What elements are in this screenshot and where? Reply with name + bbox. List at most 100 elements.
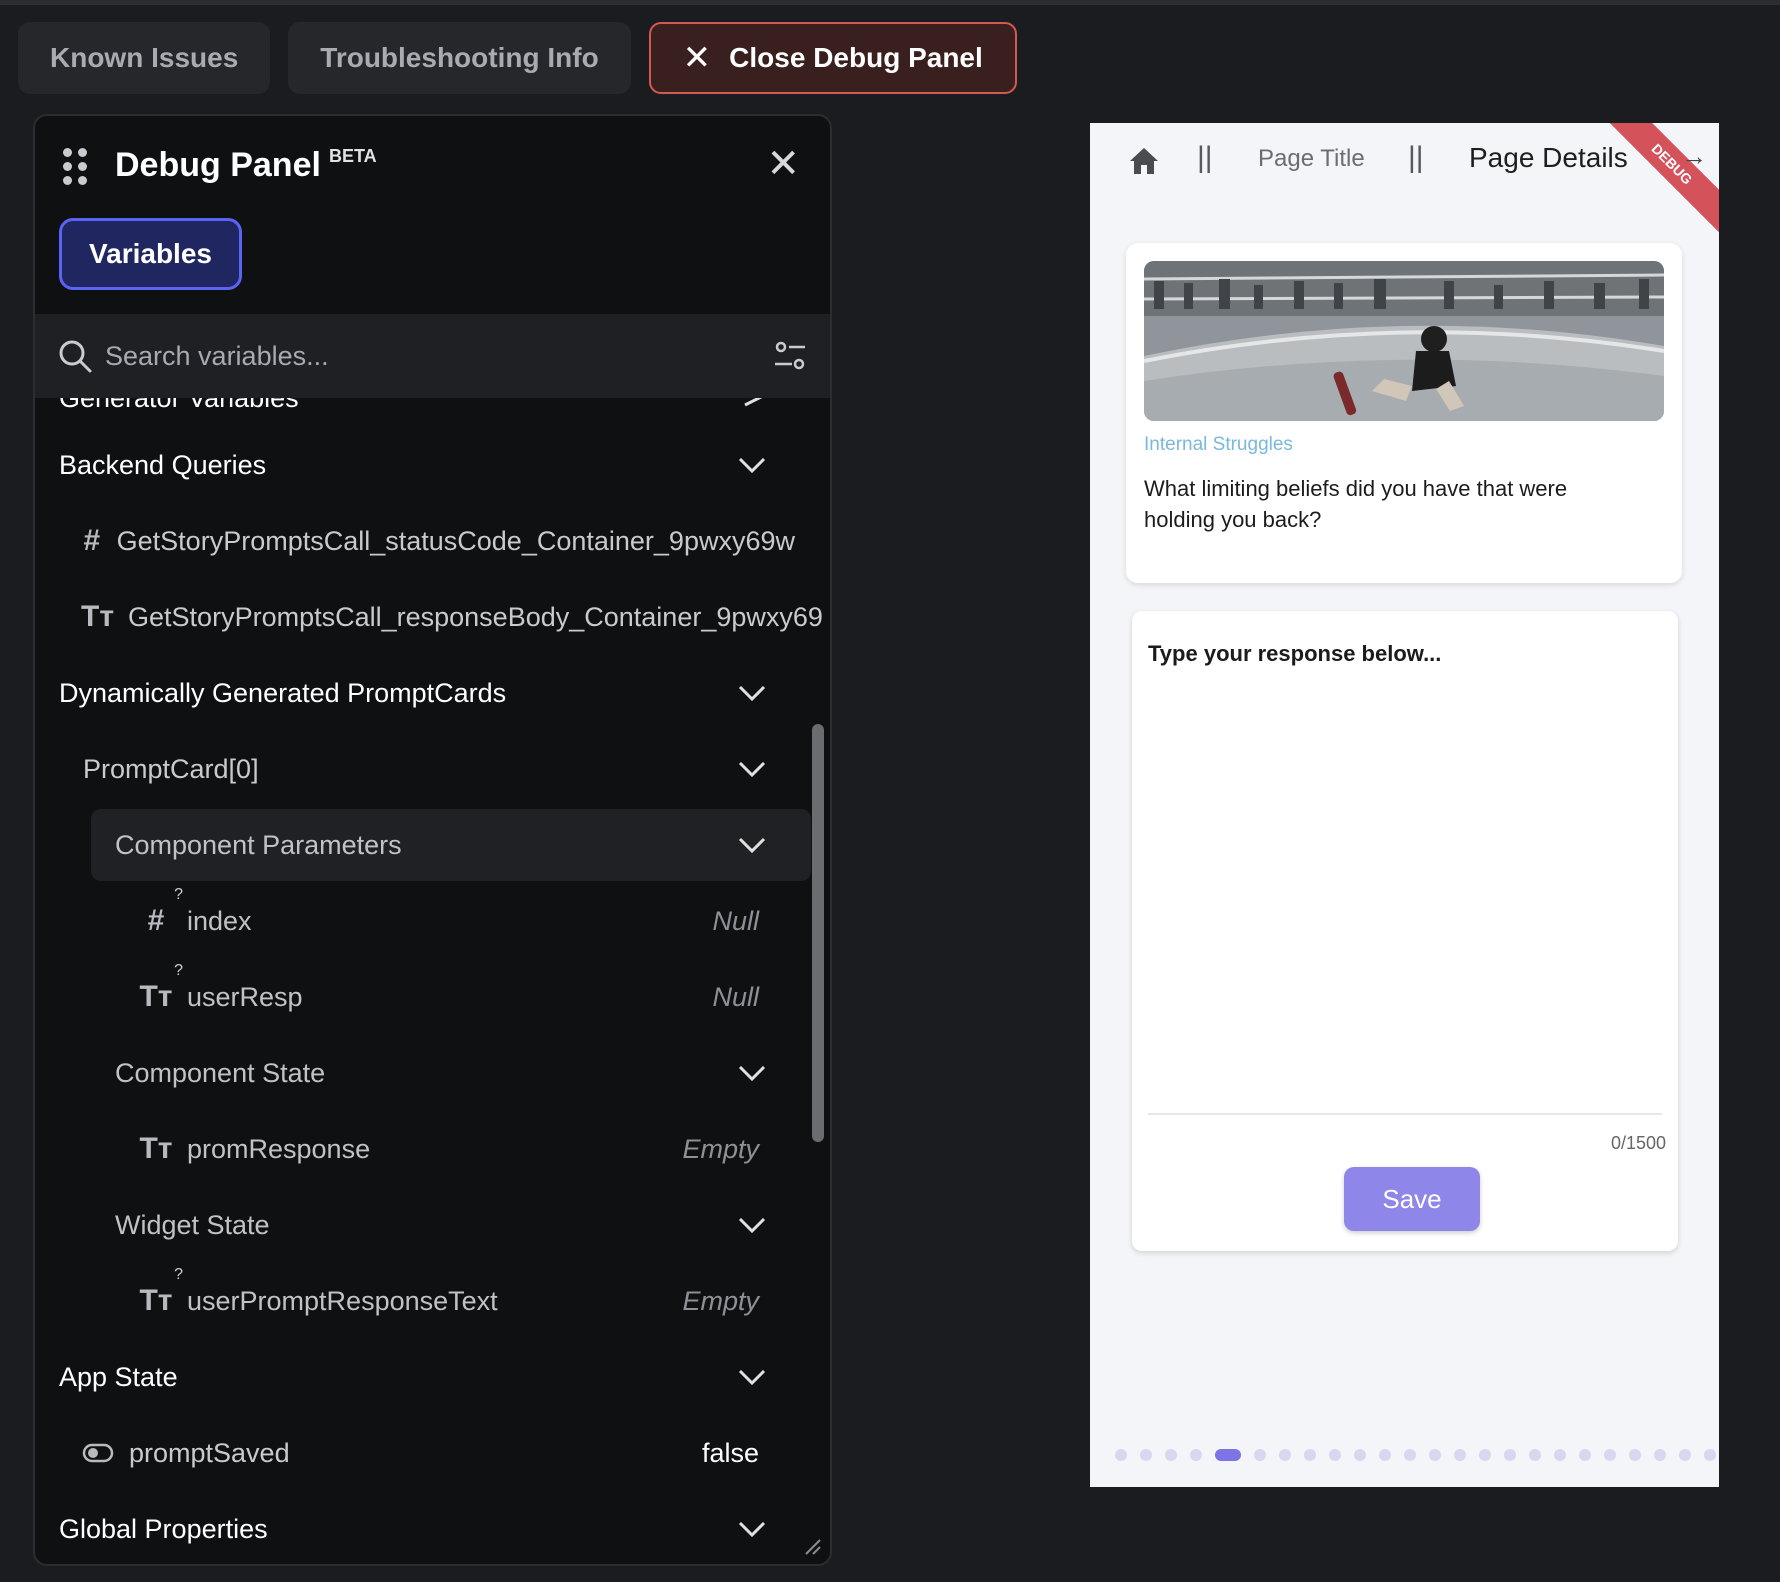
chevron-down-icon [738,685,766,702]
tree-row-label: PromptCard[0] [83,753,259,784]
breadcrumb-page-title[interactable]: Page Title [1258,145,1365,173]
page-dot[interactable] [1304,1449,1316,1461]
tree-row-backend-queries[interactable]: Backend Queries [35,430,795,500]
arrow-right-icon[interactable]: → [1681,141,1707,172]
page-dot[interactable] [1354,1449,1366,1461]
page-dot[interactable] [1140,1449,1152,1461]
response-card: 0/1500 Save [1132,611,1678,1251]
variable-tree: Generator Variables Backend Queries # Ge… [35,374,830,1564]
tree-row-user-prompt-response-text[interactable]: Tт? userPromptResponseText Empty [35,1266,795,1336]
tree-row-label: Widget State [115,1209,270,1240]
page-dot[interactable] [1379,1449,1391,1461]
page-dot[interactable] [1329,1449,1341,1461]
chevron-down-icon [738,1369,766,1386]
close-debug-label: Close Debug Panel [729,42,983,73]
page-dot[interactable] [1604,1449,1616,1461]
filter-icon[interactable] [772,338,808,374]
tree-row-widget-state[interactable]: Widget State [35,1190,795,1260]
scrollbar-thumb[interactable] [812,724,824,1142]
prompt-category: Internal Struggles [1144,434,1293,455]
search-bar [35,314,830,398]
panel-close-icon[interactable]: ✕ [766,144,800,184]
response-textarea[interactable] [1148,641,1662,1115]
chevron-down-icon [738,1217,766,1234]
tree-row-prom-response[interactable]: Tт promResponse Empty [35,1114,795,1184]
search-icon [59,340,92,373]
variable-value: Empty [682,1285,759,1316]
tree-row-response-body[interactable]: Tт GetStoryPromptsCall_responseBody_Cont… [35,582,823,652]
tree-row-component-parameters[interactable]: Component Parameters [35,810,795,880]
preview-nav-bar: || Page Title || Page Details → DEBUG [1090,123,1719,242]
chevron-down-icon [738,837,766,854]
optional-number-type-icon: #? [147,886,183,937]
home-icon[interactable] [1128,145,1160,177]
page-dot[interactable] [1254,1449,1266,1461]
page-dot[interactable] [1404,1449,1416,1461]
boolean-toggle-icon [81,1443,115,1463]
tree-row-app-state[interactable]: App State [35,1342,795,1412]
page-dot[interactable] [1654,1449,1666,1461]
page-dot[interactable] [1115,1449,1127,1461]
character-counter: 0/1500 [1610,1133,1666,1153]
tree-row-label: promptSaved [129,1437,290,1468]
page-dot[interactable] [1554,1449,1566,1461]
tree-row-index[interactable]: #? index Null [35,886,795,956]
optional-text-type-icon: Tт? [139,962,183,1013]
variable-value: Empty [682,1133,759,1164]
chevron-down-icon [738,1521,766,1538]
tree-row-label: userPromptResponseText [187,1285,498,1316]
page-dot[interactable] [1679,1449,1691,1461]
tree-row-label: promResponse [187,1133,371,1164]
page-dot[interactable] [1479,1449,1491,1461]
close-debug-panel-button[interactable]: ✕ Close Debug Panel [648,22,1017,94]
tree-row-label: userResp [187,981,303,1012]
tree-row-user-resp[interactable]: Tт? userResp Null [35,962,795,1032]
drag-handle-icon[interactable] [63,148,87,185]
tree-row-prompt-card-0[interactable]: PromptCard[0] [35,734,795,804]
page-dot[interactable] [1529,1449,1541,1461]
prompt-card[interactable]: Internal Struggles What limiting beliefs… [1126,243,1682,583]
panel-header: Debug Panel BETA ✕ Variables [35,116,830,314]
optional-text-type-icon: Tт? [139,1266,183,1317]
tree-row-label: GetStoryPromptsCall_responseBody_Contain… [128,601,823,632]
tree-row-status-code[interactable]: # GetStoryPromptsCall_statusCode_Contain… [35,506,795,576]
window-top-border [0,0,1780,5]
breadcrumb-separator: || [1408,141,1424,174]
page-dot[interactable] [1454,1449,1466,1461]
troubleshooting-tab[interactable]: Troubleshooting Info [288,22,631,94]
tree-row-prompt-saved[interactable]: promptSaved false [35,1418,795,1488]
page-dot-active[interactable] [1215,1449,1241,1461]
text-type-icon: Tт [81,600,115,633]
tree-row-label: Component State [115,1057,326,1088]
tree-row-label: Global Properties [59,1513,268,1544]
tree-row-label: App State [59,1361,178,1392]
page-indicator [1115,1449,1716,1461]
known-issues-label: Known Issues [50,42,239,73]
tree-row-global-properties[interactable]: Global Properties [35,1494,795,1564]
chevron-down-icon [738,761,766,778]
search-input[interactable] [105,332,665,380]
tree-row-component-state[interactable]: Component State [35,1038,795,1108]
page-dot[interactable] [1279,1449,1291,1461]
variable-value: false [701,1437,759,1468]
page-dot[interactable] [1579,1449,1591,1461]
page-dot[interactable] [1504,1449,1516,1461]
known-issues-tab[interactable]: Known Issues [18,22,271,94]
save-button[interactable]: Save [1344,1167,1480,1231]
text-type-icon: Tт [139,1132,173,1165]
page-dot[interactable] [1165,1449,1177,1461]
page-dot[interactable] [1629,1449,1641,1461]
resize-handle-icon[interactable] [802,1536,822,1556]
page-dot[interactable] [1704,1449,1716,1461]
tree-row-label: index [187,905,252,936]
debug-panel: Debug Panel BETA ✕ Variables Generator V… [33,114,832,1566]
page-dot[interactable] [1429,1449,1441,1461]
variables-tab[interactable]: Variables [59,218,242,290]
debug-tab-bar: Known Issues Troubleshooting Info ✕ Close… [18,22,1017,94]
breadcrumb-page-details: Page Details [1469,142,1628,173]
page-dot[interactable] [1190,1449,1202,1461]
variable-value: Null [712,981,759,1012]
tree-row-label: Backend Queries [59,449,267,480]
tree-row-dynamic-prompt-cards[interactable]: Dynamically Generated PromptCards [35,658,795,728]
tree-row-label: GetStoryPromptsCall_statusCode_Container… [116,525,795,556]
